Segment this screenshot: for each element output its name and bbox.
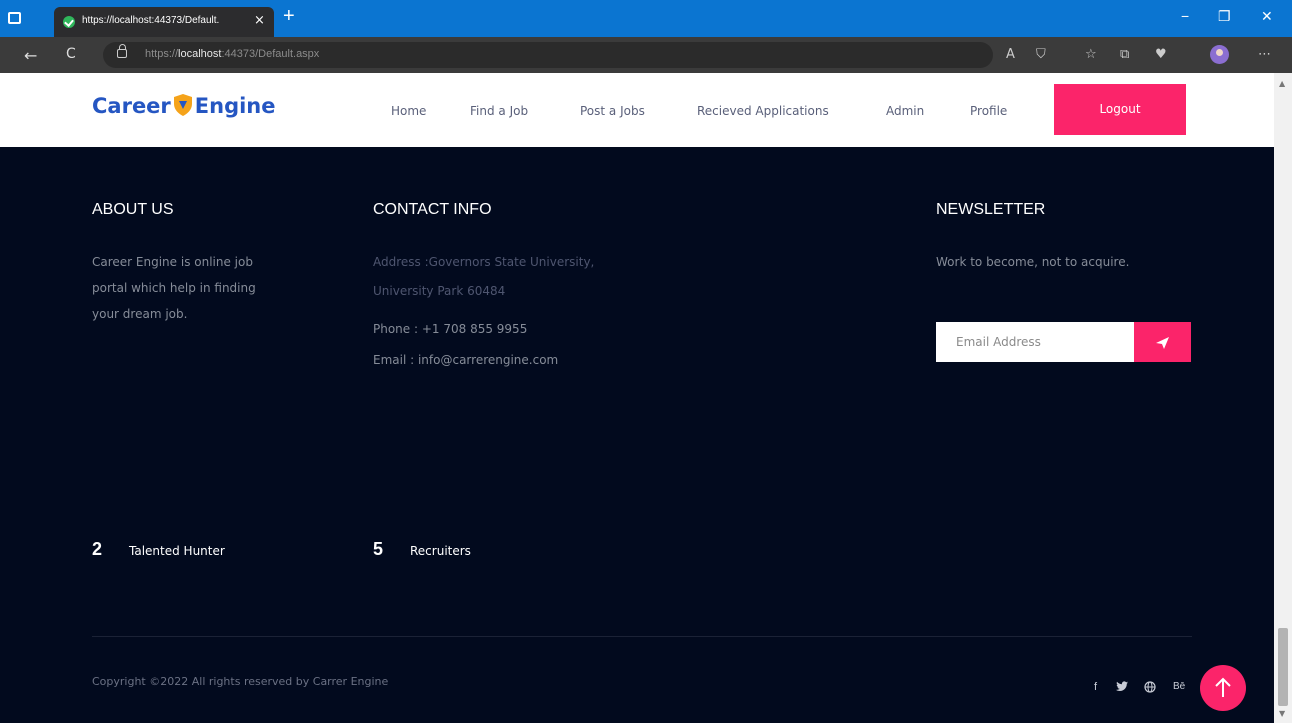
behance-icon[interactable]: Bē xyxy=(1173,681,1185,692)
back-button[interactable]: ← xyxy=(24,46,37,65)
copyright-text: Copyright ©2022 All rights reserved by C… xyxy=(92,675,389,688)
tracking-icon[interactable]: ⛉ xyxy=(1036,47,1046,62)
close-window-button[interactable]: ✕ xyxy=(1261,8,1273,25)
restore-button[interactable]: ❐ xyxy=(1218,8,1231,25)
contact-address-line: Address :Governors State University, xyxy=(373,255,595,269)
browser-tab[interactable]: https://localhost:44373/Default. × xyxy=(54,7,274,37)
about-line: your dream job. xyxy=(92,307,188,321)
newsletter-email-input[interactable] xyxy=(936,322,1134,362)
newsletter-heading: NEWSLETTER xyxy=(936,201,1046,218)
browser-titlebar: https://localhost:44373/Default. × + − ❐… xyxy=(0,0,1292,37)
arrow-up-icon xyxy=(1215,677,1231,697)
about-line: Career Engine is online job xyxy=(92,255,253,269)
favorites-icon[interactable]: ☆ xyxy=(1085,47,1097,62)
window-menu-icon[interactable] xyxy=(8,12,21,24)
logo-text-right: Engine xyxy=(194,94,276,118)
tab-close-icon[interactable]: × xyxy=(254,13,265,28)
globe-icon[interactable] xyxy=(1144,681,1156,696)
contact-address-line: University Park 60484 xyxy=(373,284,506,298)
facebook-icon[interactable]: f xyxy=(1094,681,1097,693)
newsletter-tagline: Work to become, not to acquire. xyxy=(936,255,1130,269)
contact-heading: CONTACT INFO xyxy=(373,201,492,218)
newsletter-send-button[interactable] xyxy=(1134,322,1191,362)
back-to-top-button[interactable] xyxy=(1200,665,1246,711)
logout-button[interactable]: Logout xyxy=(1054,84,1186,135)
tab-title: https://localhost:44373/Default. xyxy=(82,15,220,26)
site-logo[interactable]: Career Engine xyxy=(92,93,276,118)
more-icon[interactable]: ⋯ xyxy=(1258,47,1271,62)
shield-logo-icon xyxy=(173,94,192,116)
profile-avatar[interactable] xyxy=(1210,45,1229,64)
scroll-thumb[interactable] xyxy=(1278,628,1288,706)
new-tab-button[interactable]: + xyxy=(283,6,295,26)
scroll-up-icon[interactable]: ▲ xyxy=(1279,79,1285,88)
minimize-button[interactable]: − xyxy=(1181,8,1189,24)
contact-phone: Phone : +1 708 855 9955 xyxy=(373,322,528,336)
about-heading: ABOUT US xyxy=(92,201,174,218)
page-viewport: Career Engine Home Find a Job Post a Jobs… xyxy=(0,73,1274,723)
stat-label: Talented Hunter xyxy=(129,544,225,558)
nav-recieved-applications[interactable]: Recieved Applications xyxy=(697,104,829,118)
collections-icon[interactable]: ⧉ xyxy=(1120,47,1129,62)
health-icon[interactable]: ♥ xyxy=(1155,47,1167,62)
browser-toolbar: ← C https://localhost:44373/Default.aspx… xyxy=(0,37,1292,73)
scroll-down-icon[interactable]: ▼ xyxy=(1279,709,1285,718)
read-aloud-icon[interactable]: A xyxy=(1006,47,1015,62)
stat-number: 2 xyxy=(92,539,103,559)
nav-post-a-jobs[interactable]: Post a Jobs xyxy=(580,104,645,118)
logo-text-left: Career xyxy=(92,94,171,118)
nav-find-a-job[interactable]: Find a Job xyxy=(470,104,528,118)
twitter-icon[interactable] xyxy=(1116,681,1128,695)
lock-icon[interactable] xyxy=(117,44,127,58)
refresh-button[interactable]: C xyxy=(66,46,76,62)
footer-divider xyxy=(92,636,1192,637)
address-bar[interactable]: https://localhost:44373/Default.aspx xyxy=(103,42,993,68)
site-favicon-icon xyxy=(63,16,75,28)
page-scrollbar[interactable]: ▲ ▼ xyxy=(1274,73,1292,723)
contact-email[interactable]: Email : info@carrerengine.com xyxy=(373,347,558,373)
stat-label: Recruiters xyxy=(410,544,471,558)
site-header: Career Engine Home Find a Job Post a Jobs… xyxy=(0,73,1274,147)
stat-number: 5 xyxy=(373,539,384,559)
about-line: portal which help in finding xyxy=(92,281,256,295)
nav-home[interactable]: Home xyxy=(391,104,426,118)
nav-admin[interactable]: Admin xyxy=(886,104,924,118)
paper-plane-icon xyxy=(1156,337,1169,349)
nav-profile[interactable]: Profile xyxy=(970,104,1007,118)
url-text: https://localhost:44373/Default.aspx xyxy=(145,48,320,60)
